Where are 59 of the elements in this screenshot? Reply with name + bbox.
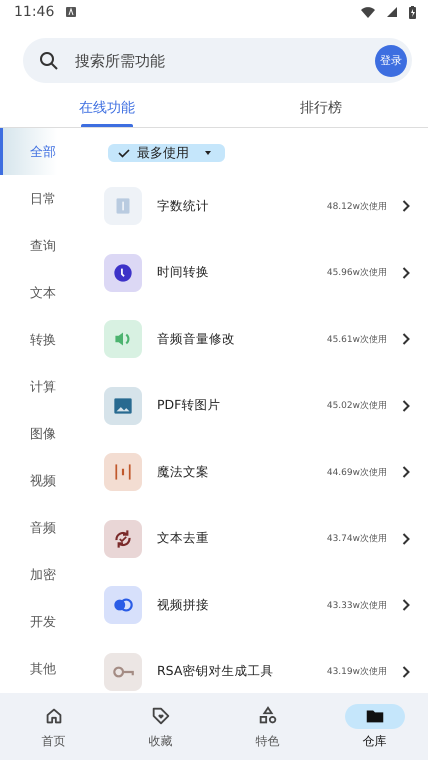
- usage-count: 44.69w次使用: [326, 466, 387, 479]
- usage-count: 45.02w次使用: [326, 400, 387, 412]
- usage-count: 48.12w次使用: [326, 200, 387, 213]
- notification-icon: [66, 7, 76, 17]
- battery-icon: [409, 6, 416, 18]
- search-icon: [39, 50, 59, 70]
- category-item[interactable]: 查询: [0, 222, 88, 270]
- wifi-icon: [361, 6, 375, 18]
- number-icon: [104, 187, 142, 226]
- category-item[interactable]: 开发: [0, 598, 88, 646]
- tool-name[interactable]: 文本去重: [157, 530, 312, 548]
- category-item[interactable]: 视频: [0, 458, 88, 505]
- clock-time: 11:46: [14, 4, 54, 20]
- sort-chip[interactable]: 最多使用: [108, 144, 225, 162]
- circles-icon: [104, 586, 142, 624]
- nav-item[interactable]: 首页: [0, 693, 107, 760]
- search-field[interactable]: 搜索所需功能 登录: [23, 38, 412, 83]
- clock-icon: [104, 254, 142, 292]
- signal-icon: [387, 7, 397, 17]
- bars-icon: [104, 453, 142, 492]
- dropdown-icon: [203, 150, 213, 156]
- tab[interactable]: 在线功能: [0, 89, 214, 127]
- tool-name[interactable]: 视频拼接: [157, 596, 312, 614]
- chevron-right-icon[interactable]: [402, 266, 410, 279]
- category-item[interactable]: 文本: [0, 269, 88, 316]
- chevron-right-icon[interactable]: [402, 333, 410, 346]
- tool-name[interactable]: 魔法文案: [157, 464, 312, 481]
- category-item[interactable]: 音频: [0, 504, 88, 552]
- tool-name[interactable]: RSA密钥对生成工具: [157, 663, 312, 680]
- nav-item[interactable]: 特色: [214, 693, 321, 760]
- usage-count: 45.61w次使用: [326, 334, 387, 346]
- tab[interactable]: 排行榜: [214, 89, 428, 127]
- nav-item[interactable]: 收藏: [107, 693, 214, 760]
- usage-count: 43.19w次使用: [326, 666, 387, 678]
- chevron-right-icon[interactable]: [402, 466, 410, 478]
- tool-name[interactable]: 字数统计: [157, 198, 312, 215]
- login-button[interactable]: 登录: [375, 44, 407, 76]
- tool-name[interactable]: PDF转图片: [157, 397, 312, 414]
- chevron-right-icon[interactable]: [402, 599, 410, 612]
- category-item[interactable]: 图像: [0, 410, 88, 458]
- category-item[interactable]: 计算: [0, 363, 88, 410]
- chevron-right-icon[interactable]: [402, 532, 410, 545]
- chevron-right-icon[interactable]: [402, 400, 410, 412]
- image-icon: [104, 386, 142, 425]
- speaker-icon: [104, 320, 142, 358]
- usage-count: 45.96w次使用: [326, 266, 387, 280]
- category-item[interactable]: 其他: [0, 646, 88, 693]
- category-item[interactable]: 加密: [0, 552, 88, 599]
- nav-item[interactable]: 仓库: [321, 693, 428, 760]
- category-item[interactable]: 日常: [0, 175, 88, 222]
- chevron-right-icon[interactable]: [402, 666, 410, 678]
- tool-name[interactable]: 时间转换: [157, 264, 312, 282]
- usage-count: 43.33w次使用: [326, 600, 387, 612]
- usage-count: 43.74w次使用: [326, 532, 387, 546]
- key-icon: [104, 652, 142, 691]
- chevron-right-icon[interactable]: [402, 200, 410, 212]
- tool-name[interactable]: 音频音量修改: [157, 330, 312, 348]
- category-item[interactable]: 转换: [0, 316, 88, 364]
- sync-check-icon: [104, 520, 142, 558]
